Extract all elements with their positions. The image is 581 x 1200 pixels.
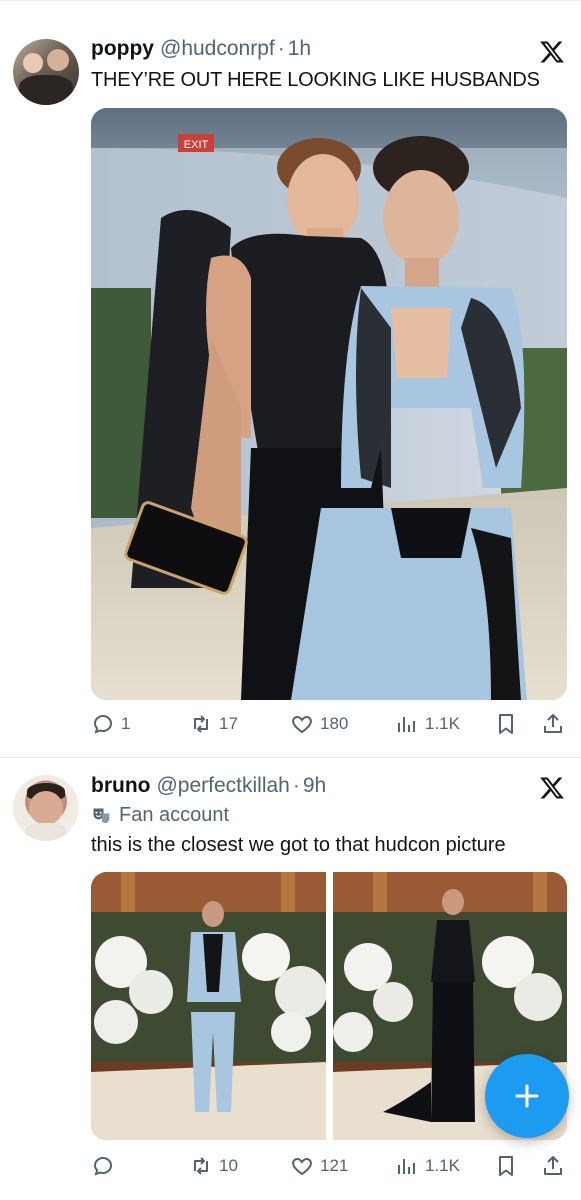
repost-count: 17 <box>219 714 238 733</box>
like-button[interactable]: 180 <box>290 709 348 739</box>
timestamp[interactable]: 1h <box>288 37 311 61</box>
tweet-text: THEY’RE OUT HERE LOOKING LIKE HUSBANDS <box>91 69 540 91</box>
separator: · <box>277 37 285 60</box>
reply-count: 1 <box>121 714 131 733</box>
view-count: 1.1K <box>425 1156 460 1175</box>
tweet-actions: 1 17 180 1.1K <box>91 709 567 739</box>
bookmark-button[interactable] <box>494 709 518 739</box>
share-button[interactable] <box>541 1151 565 1181</box>
tweet-actions: 10 121 1.1K <box>91 1151 567 1181</box>
reply-icon <box>93 714 113 734</box>
fan-account-label: Fan account <box>91 804 229 827</box>
views-button[interactable]: 1.1K <box>395 709 460 739</box>
tweet-1[interactable]: poppy @hudconrpf · 1h THEY’RE OUT HERE L… <box>0 0 581 757</box>
like-count: 180 <box>320 714 349 733</box>
views-chart-icon <box>398 717 415 732</box>
share-icon <box>544 714 562 733</box>
avatar[interactable] <box>13 775 79 841</box>
reply-button[interactable]: 1 <box>91 709 130 739</box>
fan-account-text: Fan account <box>119 804 230 826</box>
tweet-text: this is the closest we got to that hudco… <box>91 834 506 856</box>
views-chart-icon <box>398 1159 415 1174</box>
photo-couple-illustration: EXIT <box>91 108 567 700</box>
bookmark-button[interactable] <box>494 1151 518 1181</box>
plus-icon <box>515 1084 539 1108</box>
share-button[interactable] <box>541 709 565 739</box>
tweet-photo[interactable]: EXIT <box>91 108 567 700</box>
repost-button[interactable]: 17 <box>189 709 238 739</box>
views-button[interactable]: 1.1K <box>395 1151 460 1181</box>
heart-icon <box>292 1157 312 1176</box>
repost-icon <box>194 1157 208 1175</box>
theater-masks-icon <box>93 808 110 823</box>
repost-button[interactable]: 10 <box>189 1151 238 1181</box>
separator: · <box>292 774 300 797</box>
like-button[interactable]: 121 <box>290 1151 348 1181</box>
share-icon <box>544 1156 562 1175</box>
repost-count: 10 <box>219 1156 238 1175</box>
tweet-2[interactable]: bruno @perfectkillah · 9h Fan account th… <box>0 757 581 1200</box>
user-handle[interactable]: @hudconrpf <box>160 37 275 61</box>
compose-post-button[interactable] <box>485 1054 569 1138</box>
photo-man-blue-suit <box>91 872 326 1140</box>
tweet-header: poppy @hudconrpf · 1h <box>91 35 311 63</box>
x-logo-icon <box>540 777 564 799</box>
x-logo-icon <box>540 41 564 63</box>
exit-sign: EXIT <box>184 139 209 151</box>
display-name[interactable]: poppy <box>91 37 154 61</box>
bookmark-icon <box>499 1156 513 1176</box>
like-count: 121 <box>320 1156 349 1175</box>
bookmark-icon <box>499 714 513 734</box>
repost-icon <box>194 715 208 733</box>
tweet-photo-left[interactable] <box>91 872 326 1140</box>
tweet-header: bruno @perfectkillah · 9h <box>91 772 326 800</box>
timestamp[interactable]: 9h <box>303 774 326 798</box>
view-count: 1.1K <box>425 714 460 733</box>
user-handle[interactable]: @perfectkillah <box>156 774 289 798</box>
reply-icon <box>93 1156 113 1176</box>
heart-icon <box>292 715 312 734</box>
reply-button[interactable] <box>91 1151 121 1181</box>
display-name[interactable]: bruno <box>91 774 150 798</box>
avatar[interactable] <box>13 39 79 105</box>
